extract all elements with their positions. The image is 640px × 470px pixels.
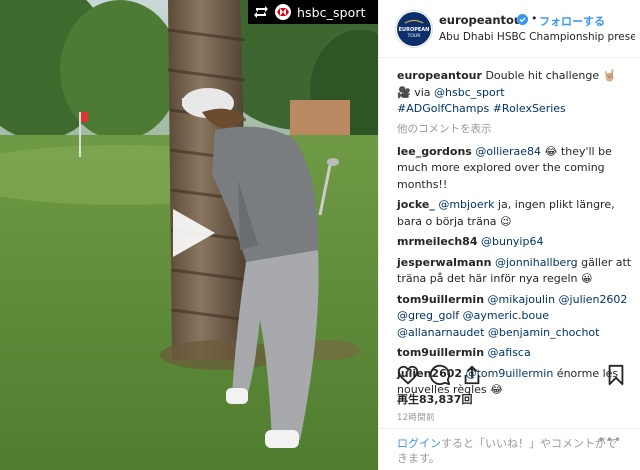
comments-list: europeantour Double hit challenge 🤘🏼 🎥 v… [397,68,633,403]
action-bar [395,364,627,390]
instagram-post: hsbc_sport EUROPEAN TOUR europeantour • … [0,0,640,470]
comment-item: lee_gordons @ollierae84 😂 they'll be muc… [397,144,633,194]
comment-username[interactable]: jesperwalmann [397,256,491,269]
video-player[interactable]: hsbc_sport [0,0,378,470]
repost-icon [252,3,270,21]
view-all-comments-link[interactable]: 他のコメントを表示 [397,122,633,136]
repost-account-name: hsbc_sport [297,4,366,20]
caption-via: via [410,85,435,99]
comment-icon[interactable] [429,364,451,386]
header-separator: • [531,12,538,25]
comment-mention[interactable]: @jonnihallberg [495,256,578,269]
comment-mention[interactable]: @mbjoerk [438,198,494,211]
heart-icon[interactable] [397,364,419,386]
comment-item: mrmeilech84 @bunyip64 [397,234,633,251]
comment-item: jesperwalmann @jonnihallberg gäller att … [397,255,633,288]
avatar-text-top: EUROPEAN [399,27,430,33]
more-options-icon[interactable]: ••• [598,433,622,447]
comment-username[interactable]: mrmeilech84 [397,235,477,248]
comment-username[interactable]: tom9uillermin [397,346,484,359]
comment-username[interactable]: jocke_ [397,198,435,211]
login-link[interactable]: ログイン [397,437,441,450]
location-link[interactable]: Abu Dhabi HSBC Championship presen... [439,31,635,43]
caption-hashtags[interactable]: #ADGolfChamps #RolexSeries [397,102,566,115]
comment-mention[interactable]: @bunyip64 [481,235,543,248]
hsbc-logo-icon [275,4,291,20]
avatar-text-bottom: TOUR [407,33,422,39]
comment-username[interactable]: lee_gordons [397,145,472,158]
caption: europeantour Double hit challenge 🤘🏼 🎥 v… [397,68,633,118]
timestamp[interactable]: 12時間前 [397,411,435,423]
bookmark-icon[interactable] [605,364,627,386]
comment-username[interactable]: tom9uillermin [397,293,484,306]
camera-emoji-icon: 🎥 [397,85,411,99]
comment-mention[interactable]: @ollierae84 [475,145,541,158]
follow-button[interactable]: フォローする [539,13,605,29]
comment-item: jocke_ @mbjoerk ja, ingen plikt längre, … [397,197,633,230]
comment-mention[interactable]: @afisca [488,346,531,359]
play-icon[interactable] [163,205,219,261]
header-username[interactable]: europeantour [439,13,528,27]
comment-item: tom9uillermin @afisca [397,345,633,362]
caption-mention[interactable]: @hsbc_sport [434,86,505,99]
post-header: EUROPEAN TOUR europeantour • フォローする Abu … [379,0,640,58]
comment-item: tom9uillermin @mikajoulin @julien2602 @g… [397,292,633,342]
caption-username[interactable]: europeantour [397,69,482,82]
avatar[interactable]: EUROPEAN TOUR [395,10,433,48]
caption-text: Double hit challenge 🤘🏼 [485,69,617,82]
share-icon[interactable] [461,364,483,386]
verified-icon [517,14,528,25]
repost-banner: hsbc_sport [248,0,378,24]
post-sidebar: EUROPEAN TOUR europeantour • フォローする Abu … [378,0,640,470]
view-count[interactable]: 再生83,837回 [397,391,472,407]
